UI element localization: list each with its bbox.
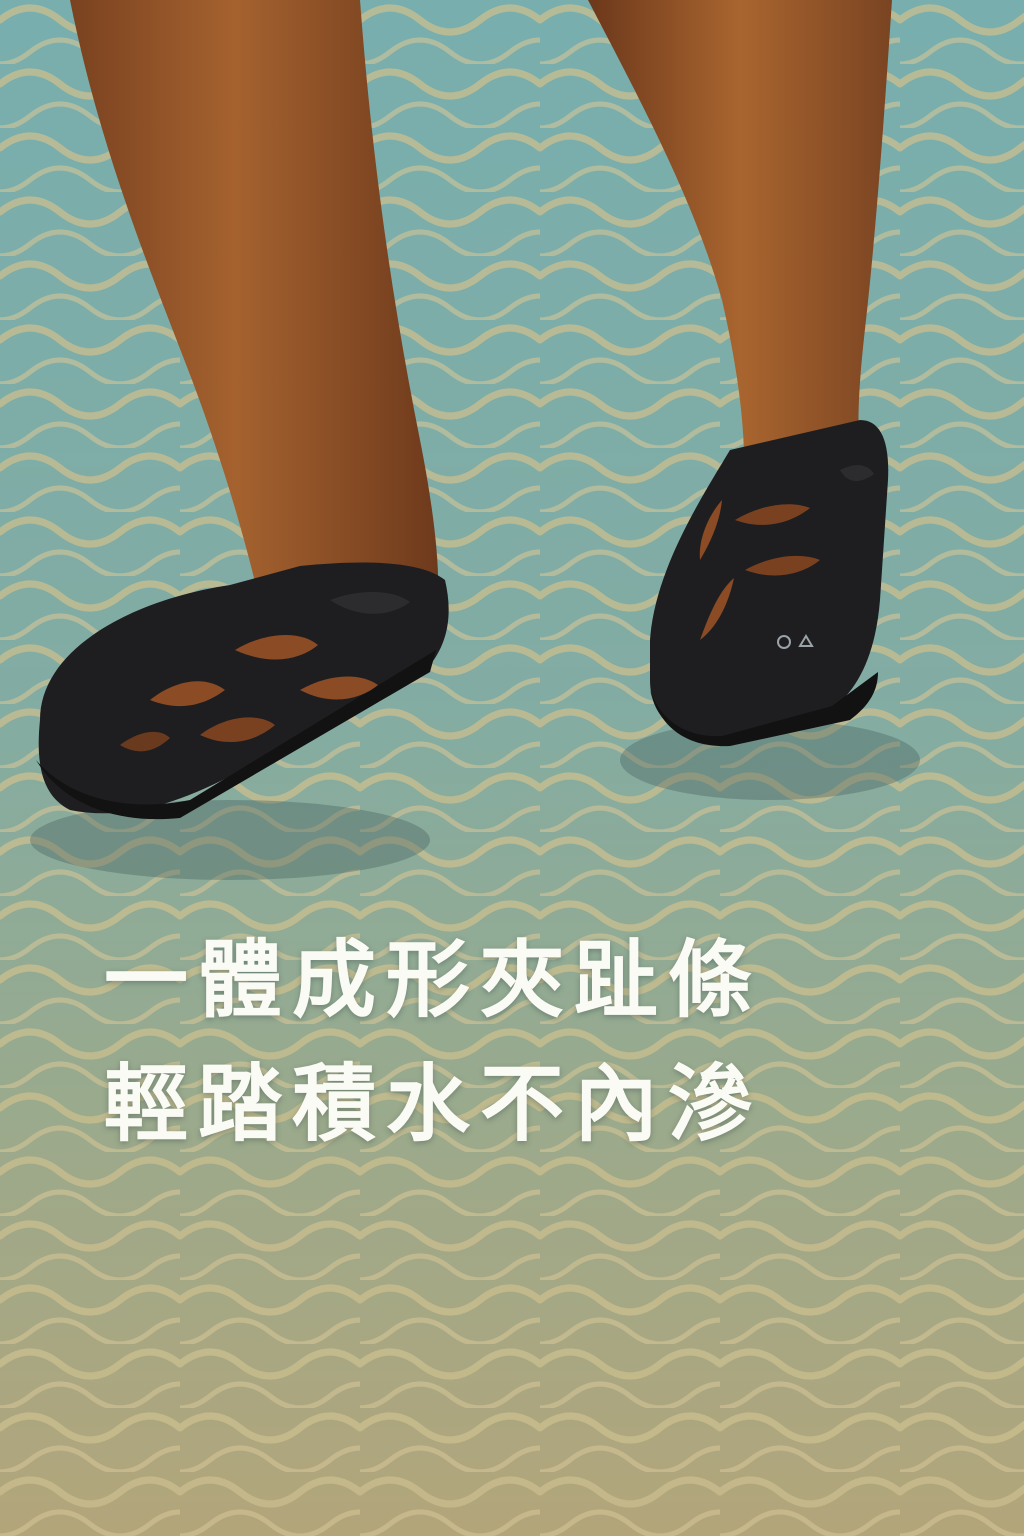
headline: 一體成形夾趾條 輕踏積水不內滲	[104, 918, 924, 1166]
headline-line-1: 一體成形夾趾條	[104, 930, 763, 1029]
headline-line-2: 輕踏積水不內滲	[104, 1054, 763, 1153]
poster: 一體成形夾趾條 輕踏積水不內滲	[0, 0, 1024, 1536]
scene-illustration	[0, 0, 1024, 1536]
